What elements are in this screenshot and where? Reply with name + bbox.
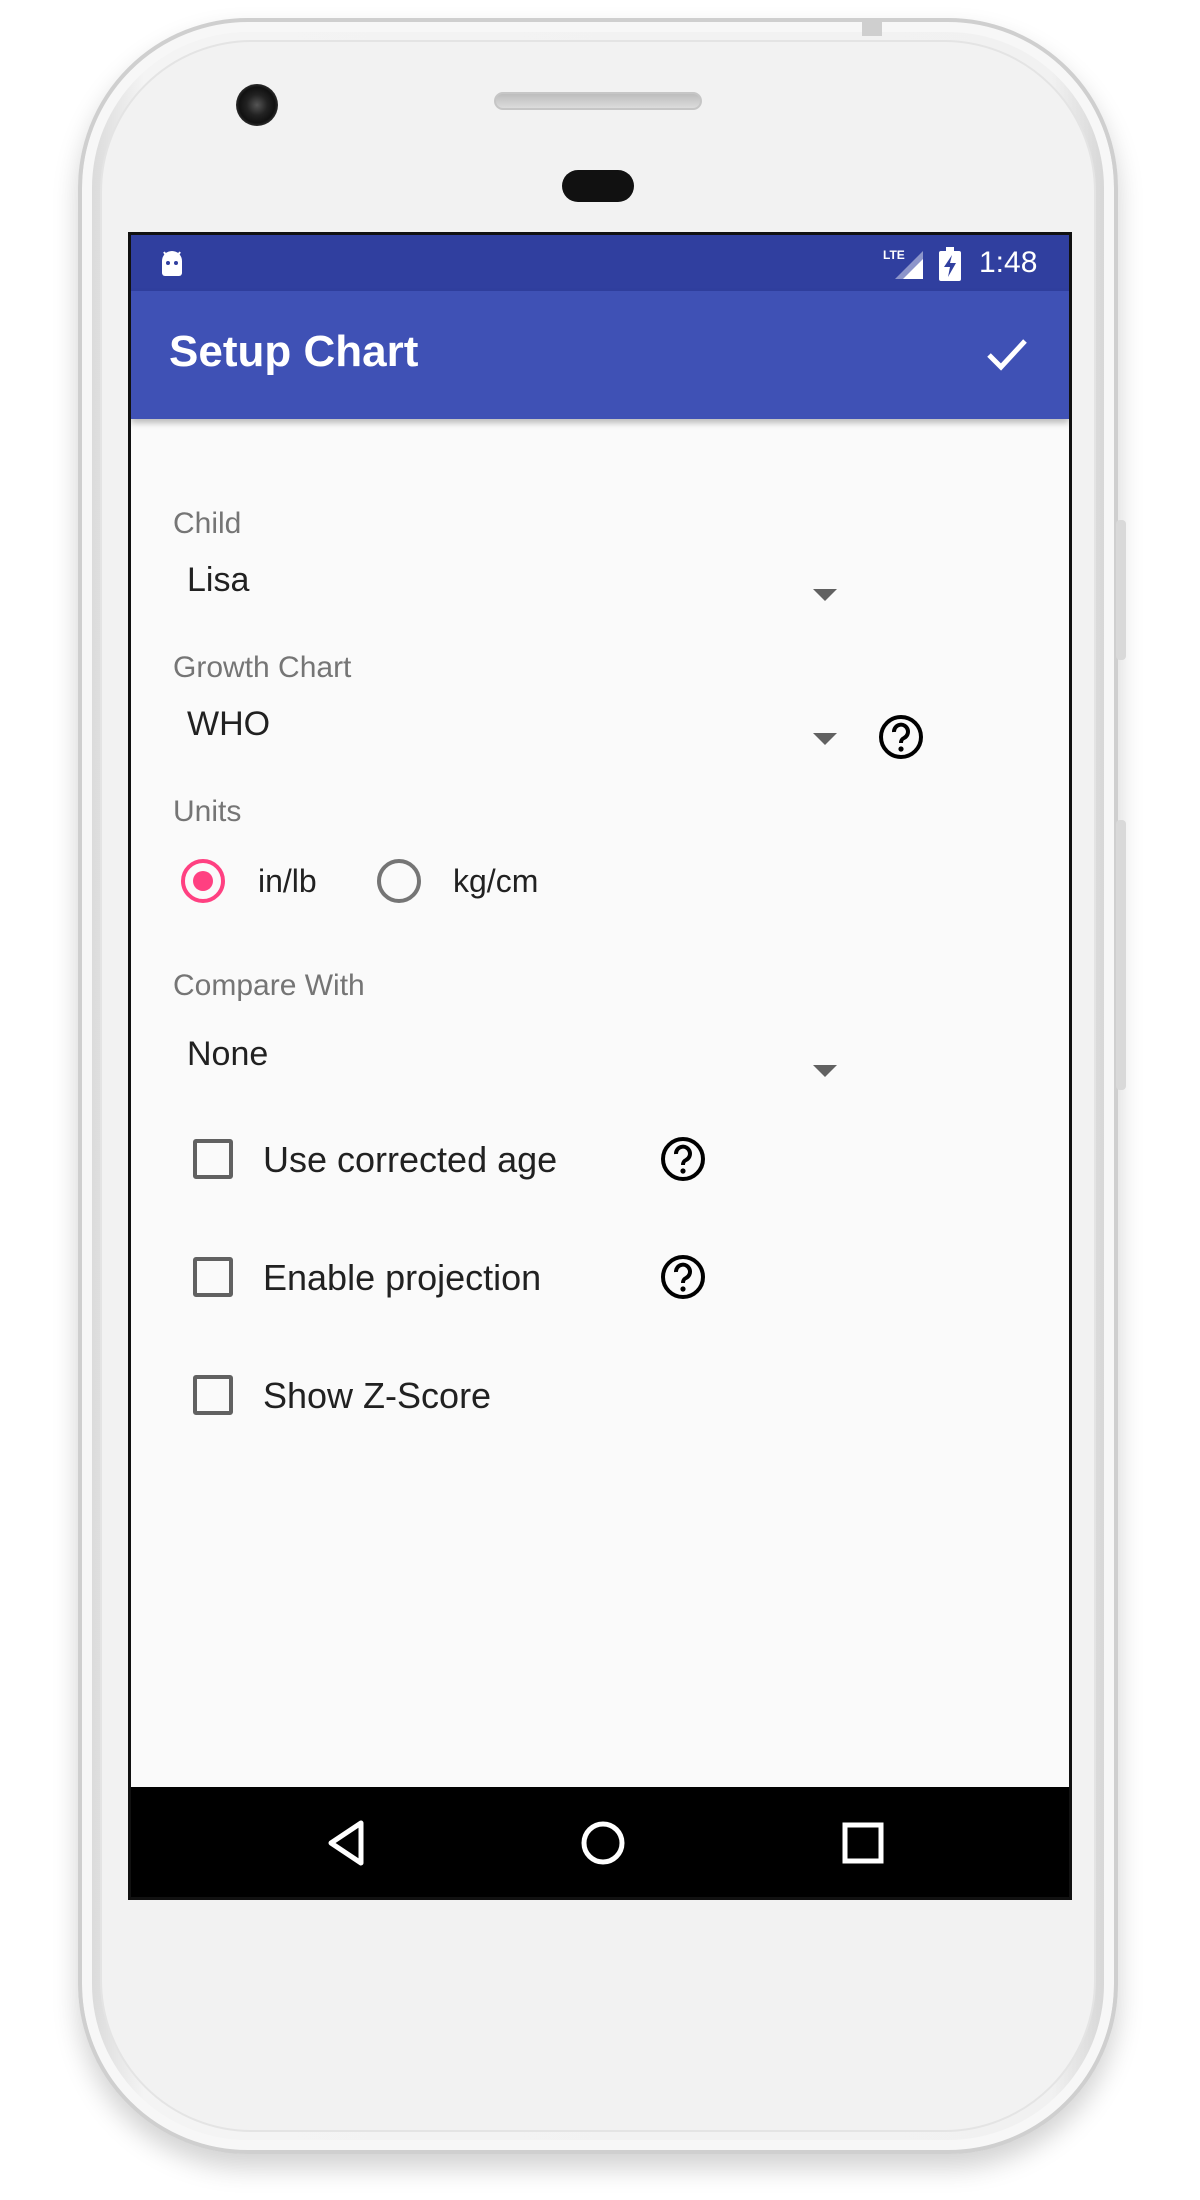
- app-bar: Setup Chart: [131, 291, 1069, 419]
- radio-selected-dot: [193, 871, 213, 891]
- checkbox-enable-projection[interactable]: [193, 1257, 233, 1297]
- child-spinner-value: Lisa: [187, 561, 250, 599]
- help-circle-icon[interactable]: [877, 713, 925, 761]
- navigation-bar: [131, 1787, 1069, 1897]
- units-label: Units: [173, 795, 242, 828]
- radio-in-lb[interactable]: [181, 859, 225, 903]
- child-label: Child: [173, 507, 242, 540]
- radio-kg-cm[interactable]: [377, 859, 421, 903]
- growth-chart-spinner-value: WHO: [187, 705, 271, 743]
- help-circle-icon[interactable]: [659, 1135, 707, 1183]
- child-spinner[interactable]: Lisa: [173, 561, 853, 635]
- chevron-down-icon: [813, 589, 837, 601]
- compare-with-spinner-value: None: [187, 1035, 269, 1073]
- growth-chart-spinner[interactable]: WHO: [173, 705, 853, 779]
- phone-top-nub: [862, 18, 882, 36]
- radio-in-lb-label[interactable]: in/lb: [258, 863, 317, 900]
- radio-kg-cm-label[interactable]: kg/cm: [453, 863, 538, 900]
- phone-side-button-lower: [1116, 820, 1126, 1090]
- compare-with-label: Compare With: [173, 969, 365, 1002]
- check-icon[interactable]: [983, 329, 1031, 377]
- svg-text:LTE: LTE: [883, 248, 905, 262]
- status-bar: LTE 1:48: [131, 235, 1069, 291]
- earpiece-speaker: [494, 92, 702, 110]
- checkbox-corrected-age[interactable]: [193, 1139, 233, 1179]
- compare-with-spinner[interactable]: None: [173, 1035, 853, 1109]
- battery-charging-icon: [939, 247, 961, 281]
- status-clock: 1:48: [979, 246, 1038, 279]
- growth-chart-label: Growth Chart: [173, 651, 352, 684]
- phone-side-button-upper: [1116, 520, 1126, 660]
- front-camera: [236, 84, 278, 126]
- help-circle-icon[interactable]: [659, 1253, 707, 1301]
- proximity-sensor: [562, 170, 634, 202]
- android-debug-icon: [162, 251, 182, 276]
- checkbox-show-z-score-label[interactable]: Show Z-Score: [263, 1375, 491, 1417]
- lte-signal-icon: LTE: [883, 248, 923, 279]
- chevron-down-icon: [813, 733, 837, 745]
- recents-icon[interactable]: [835, 1815, 891, 1871]
- checkbox-corrected-age-label[interactable]: Use corrected age: [263, 1139, 557, 1181]
- page-title: Setup Chart: [169, 327, 419, 376]
- checkbox-show-z-score[interactable]: [193, 1375, 233, 1415]
- checkbox-enable-projection-label[interactable]: Enable projection: [263, 1257, 541, 1299]
- home-icon[interactable]: [575, 1815, 631, 1871]
- screen: LTE 1:48 Setup Chart Child Lisa Growth C…: [128, 232, 1072, 1900]
- chevron-down-icon: [813, 1065, 837, 1077]
- back-icon[interactable]: [321, 1815, 377, 1871]
